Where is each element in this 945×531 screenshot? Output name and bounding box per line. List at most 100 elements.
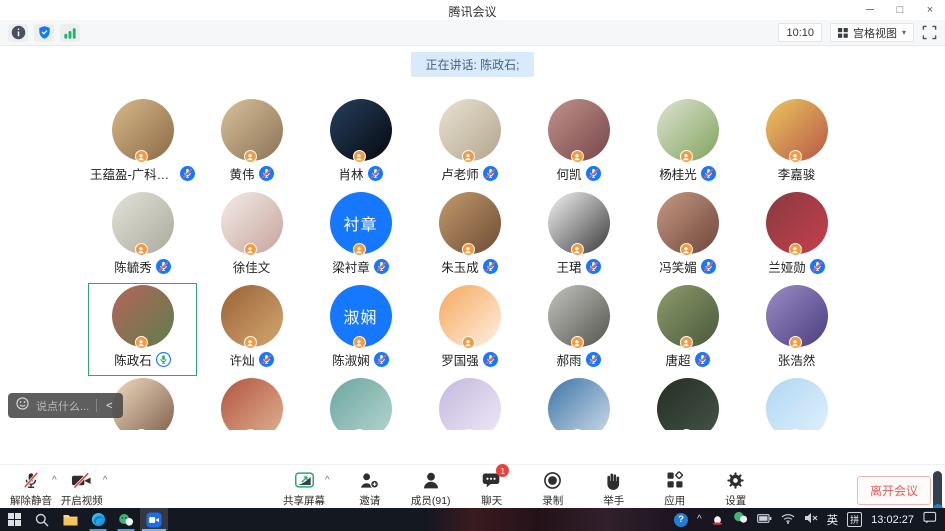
participant-tile[interactable]: 兰娅勋 xyxy=(742,190,851,283)
mic-options-chevron[interactable]: ^ xyxy=(52,475,57,486)
participant-tile[interactable]: 张浩然 xyxy=(742,283,851,376)
chevron-down-icon: ▾ xyxy=(902,28,906,37)
mic-muted-icon xyxy=(259,166,274,181)
participant-tile[interactable]: 郝雨 xyxy=(524,283,633,376)
taskbar-search-icon[interactable] xyxy=(28,508,56,531)
file-explorer-icon[interactable] xyxy=(56,508,84,531)
share-screen-button[interactable]: 共享屏幕 xyxy=(281,469,327,508)
tray-chevron-up-icon[interactable]: ^ xyxy=(697,514,702,525)
view-mode-dropdown[interactable]: 宫格视图 ▾ xyxy=(830,23,914,42)
ime-language[interactable]: 英 xyxy=(827,512,839,528)
view-mode-label: 宫格视图 xyxy=(853,25,897,41)
orange-person-badge xyxy=(134,150,147,163)
participant-tile[interactable]: 王珺 xyxy=(524,190,633,283)
maximize-button[interactable]: □ xyxy=(885,0,915,20)
members-button[interactable]: 成员(91) xyxy=(408,469,454,508)
taskbar-clock[interactable]: 13:02:27 xyxy=(871,514,914,526)
mic-muted-icon xyxy=(374,259,389,274)
participant-tile[interactable]: 唐超 xyxy=(633,283,742,376)
participant-name: 兰娅勋 xyxy=(768,257,806,276)
participant-name: 黄伟 xyxy=(229,164,254,183)
wifi-icon[interactable] xyxy=(781,511,795,529)
minimize-button[interactable]: ─ xyxy=(855,0,885,20)
avatar-initials: 淑娴 xyxy=(343,304,377,328)
participant-tile[interactable] xyxy=(415,376,524,430)
volume-muted-icon[interactable] xyxy=(804,511,818,529)
orange-person-badge xyxy=(352,150,365,163)
tencent-meeting-window: 腾讯会议 ─ □ × 10:10 宫格视图 ▾ 正在讲话: 陈政石; xyxy=(0,0,945,531)
orange-person-badge xyxy=(243,150,256,163)
help-icon[interactable]: ? xyxy=(674,513,688,527)
orange-person-badge xyxy=(679,336,692,349)
participant-tile[interactable]: 徐佳文 xyxy=(197,190,306,283)
settings-icon xyxy=(726,469,745,491)
network-signal-icon[interactable] xyxy=(60,24,80,42)
participant-tile[interactable]: 许灿 xyxy=(197,283,306,376)
participant-tile[interactable]: 李嘉骏 xyxy=(742,97,851,190)
orange-person-badge xyxy=(679,243,692,256)
fullscreen-icon[interactable] xyxy=(922,25,937,40)
participant-tile[interactable]: 淑娴 陈淑娴 xyxy=(306,283,415,376)
tencent-meeting-taskbar-icon[interactable] xyxy=(140,508,168,531)
share-options-chevron[interactable]: ^ xyxy=(325,475,330,486)
participant-tile[interactable] xyxy=(524,376,633,430)
battery-icon[interactable] xyxy=(757,511,772,529)
chat-button[interactable]: 1 聊天 xyxy=(469,469,515,508)
participant-tile[interactable]: 杨桂光 xyxy=(633,97,742,190)
mic-muted-icon xyxy=(483,166,498,181)
participant-tile[interactable]: 陈政石 xyxy=(88,283,197,376)
participant-tile[interactable] xyxy=(306,376,415,430)
participant-tile[interactable]: 肖林 xyxy=(306,97,415,190)
chat-input[interactable]: 说点什么... xyxy=(36,398,89,414)
avatar xyxy=(657,378,719,430)
participant-tile[interactable] xyxy=(742,376,851,430)
action-center-icon[interactable] xyxy=(923,511,937,529)
participant-tile[interactable]: 罗国强 xyxy=(415,283,524,376)
participant-name: 罗国强 xyxy=(441,350,479,369)
participant-tile[interactable] xyxy=(197,376,306,430)
avatar xyxy=(330,378,392,430)
mic-muted-icon xyxy=(810,259,825,274)
orange-person-badge xyxy=(243,336,256,349)
participant-name: 梁衬章 xyxy=(332,257,370,276)
wechat-tray-icon[interactable] xyxy=(733,511,748,529)
participant-tile[interactable]: 朱玉成 xyxy=(415,190,524,283)
participant-name: 许灿 xyxy=(229,350,254,369)
scrollbar[interactable] xyxy=(933,471,942,511)
video-options-chevron[interactable]: ^ xyxy=(103,475,108,486)
participant-tile[interactable]: 冯笑媚 xyxy=(633,190,742,283)
ime-mode-icon[interactable]: 拼 xyxy=(847,512,862,527)
emoji-smiley-icon[interactable] xyxy=(16,397,29,415)
participant-tile[interactable]: 黄伟 xyxy=(197,97,306,190)
chat-quick-widget[interactable]: 说点什么... < xyxy=(8,393,123,418)
speaking-banner: 正在讲话: 陈政石; xyxy=(411,52,533,77)
invite-button[interactable]: 邀请 xyxy=(347,469,393,508)
info-icon[interactable] xyxy=(8,24,28,42)
participant-tile[interactable]: 王蕴盈-广科大信... xyxy=(88,97,197,190)
raise-hand-button[interactable]: 举手 xyxy=(591,469,637,508)
start-video-button[interactable]: 开启视频 xyxy=(59,469,105,508)
leave-meeting-button[interactable]: 离开会议 xyxy=(857,476,931,505)
participant-name: 朱玉成 xyxy=(441,257,479,276)
participant-tile[interactable]: 卢老师 xyxy=(415,97,524,190)
orange-person-badge xyxy=(570,150,583,163)
orange-person-badge xyxy=(134,243,147,256)
mic-muted-icon xyxy=(483,259,498,274)
participant-tile[interactable]: 何凯 xyxy=(524,97,633,190)
qq-icon[interactable] xyxy=(711,510,724,530)
participant-tile[interactable]: 陈毓秀 xyxy=(88,190,197,283)
apps-button[interactable]: 应用 xyxy=(652,469,698,508)
start-button[interactable] xyxy=(0,508,28,531)
titlebar: 腾讯会议 ─ □ × xyxy=(0,0,945,20)
participant-tile[interactable] xyxy=(633,376,742,430)
edge-browser-icon[interactable] xyxy=(84,508,112,531)
security-shield-icon[interactable] xyxy=(34,24,54,42)
mic-muted-icon xyxy=(180,166,195,181)
wechat-icon[interactable] xyxy=(112,508,140,531)
unmute-button[interactable]: 解除静音 xyxy=(8,469,54,508)
collapse-chat-button[interactable]: < xyxy=(104,400,114,412)
settings-button[interactable]: 设置 xyxy=(713,469,759,508)
record-button[interactable]: 录制 xyxy=(530,469,576,508)
participant-tile[interactable]: 衬章 梁衬章 xyxy=(306,190,415,283)
close-button[interactable]: × xyxy=(915,0,945,20)
